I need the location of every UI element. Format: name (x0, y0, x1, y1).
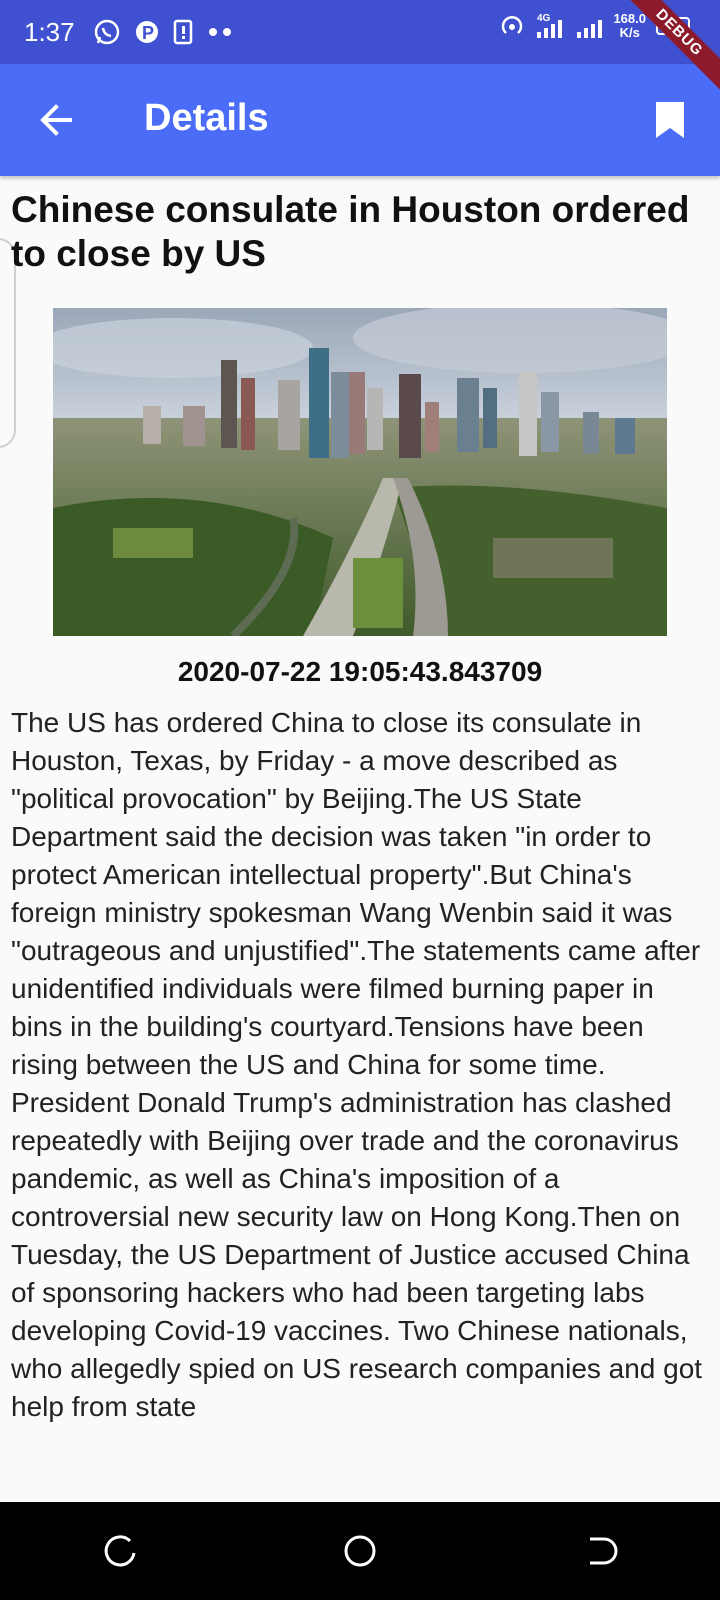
home-icon[interactable] (340, 1531, 380, 1571)
article-title: Chinese consulate in Houston ordered to … (11, 189, 690, 274)
bookmark-icon[interactable] (654, 100, 686, 140)
hotspot-icon (502, 16, 523, 34)
wifi-signal-icon (577, 20, 603, 38)
status-bar: 1:37 P 4G 168.0 K/s (0, 0, 720, 64)
sim-icon (173, 19, 192, 45)
speed-unit: K/s (619, 25, 640, 40)
whatsapp-icon (94, 19, 119, 45)
back-arrow-icon[interactable] (36, 100, 76, 140)
p-icon: P (135, 21, 158, 43)
svg-text:P: P (142, 23, 154, 43)
network-speed: 168.0 K/s (613, 12, 646, 40)
system-nav-bar (0, 1502, 720, 1600)
recent-apps-icon[interactable] (100, 1531, 140, 1571)
signal-icon: 4G (537, 13, 563, 38)
status-time: 1:37 (24, 16, 75, 47)
article-body: The US has ordered China to close its co… (11, 707, 703, 1422)
dots-icon (208, 28, 231, 36)
page-title: Details (144, 97, 269, 139)
app-bar: Details (0, 64, 720, 176)
back-nav-icon[interactable] (580, 1531, 620, 1571)
svg-text:4G: 4G (537, 13, 551, 24)
article-content[interactable]: Chinese consulate in Houston ordered to … (0, 176, 720, 1502)
status-notification-icons: P (93, 18, 233, 46)
speed-value: 168.0 (613, 11, 646, 26)
article-timestamp: 2020-07-22 19:05:43.843709 (177, 656, 543, 687)
article-image (53, 308, 667, 636)
